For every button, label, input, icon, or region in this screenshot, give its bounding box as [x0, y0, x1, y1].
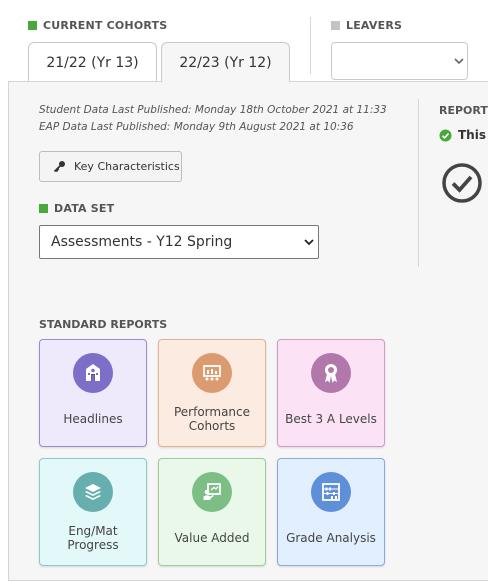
active-tab-seam — [162, 80, 289, 82]
tab-21-22[interactable]: 21/22 (Yr 13) — [28, 42, 157, 82]
headlines-card[interactable]: Headlines — [39, 339, 147, 447]
chevron-down-icon — [454, 58, 464, 65]
key-icon — [53, 161, 65, 173]
eap-publish-info: EAP Data Last Published: Monday 9th Augu… — [39, 121, 354, 133]
best-3-a-levels-card[interactable]: Best 3 A Levels — [277, 339, 385, 447]
report-status-text: This — [458, 128, 486, 142]
leavers-select[interactable] — [331, 42, 468, 80]
school-icon — [86, 364, 100, 381]
grey-square-icon — [331, 21, 340, 30]
leavers-label: LEAVERS — [331, 19, 402, 32]
check-circle-icon — [442, 163, 482, 203]
report-divider — [418, 99, 419, 267]
eng-mat-progress-label: Eng/Mat Progress — [67, 524, 119, 552]
best-3-a-levels-label: Best 3 A Levels — [285, 412, 377, 426]
tab-22-23[interactable]: 22/23 (Yr 12) — [161, 42, 290, 83]
presentation-icon — [203, 365, 221, 381]
dataset-label-text: DATA SET — [54, 202, 115, 215]
eng-mat-progress-circle — [73, 472, 113, 512]
green-square-icon — [39, 204, 48, 213]
dataset-select[interactable]: Assessments - Y12 Spring — [39, 225, 319, 259]
value-added-label: Value Added — [174, 531, 250, 545]
current-cohorts-label: CURRENT COHORTS — [28, 19, 167, 32]
green-square-icon — [28, 21, 37, 30]
report-status: This — [439, 128, 486, 142]
key-characteristics-button[interactable]: Key Characteristics — [39, 151, 182, 182]
grade-analysis-label: Grade Analysis — [286, 531, 376, 545]
tab-22-23-label: 22/23 (Yr 12) — [179, 55, 272, 71]
chevron-down-icon — [304, 239, 314, 246]
layers-icon — [85, 484, 101, 500]
value-added-circle — [192, 472, 232, 512]
abacus-icon — [322, 483, 340, 501]
performance-cohorts-circle — [192, 353, 232, 393]
check-badge-icon — [439, 129, 452, 141]
dataset-label: DATA SET — [39, 202, 114, 215]
performance-cohorts-label: Performance Cohorts — [173, 405, 251, 433]
grade-analysis-circle — [311, 472, 351, 512]
key-characteristics-label: Key Characteristics — [74, 160, 180, 173]
eng-mat-progress-card[interactable]: Eng/Mat Progress — [39, 458, 147, 566]
dataset-selected-value: Assessments - Y12 Spring — [51, 234, 233, 250]
award-icon — [325, 364, 337, 383]
current-cohorts-text: CURRENT COHORTS — [43, 19, 168, 32]
student-publish-info: Student Data Last Published: Monday 18th… — [39, 104, 387, 116]
value-added-card[interactable]: Value Added — [158, 458, 266, 566]
best-3-a-levels-circle — [311, 353, 351, 393]
standard-reports-label: STANDARD REPORTS — [39, 318, 168, 331]
headlines-label: Headlines — [63, 412, 123, 426]
report-label: REPORT — [439, 104, 488, 117]
teacher-board-icon — [203, 483, 221, 500]
tab-21-22-label: 21/22 (Yr 13) — [46, 54, 139, 71]
grade-analysis-card[interactable]: Grade Analysis — [277, 458, 385, 566]
leavers-text: LEAVERS — [346, 19, 403, 32]
performance-cohorts-card[interactable]: Performance Cohorts — [158, 339, 266, 447]
headlines-circle — [73, 353, 113, 393]
header-divider — [310, 17, 311, 74]
